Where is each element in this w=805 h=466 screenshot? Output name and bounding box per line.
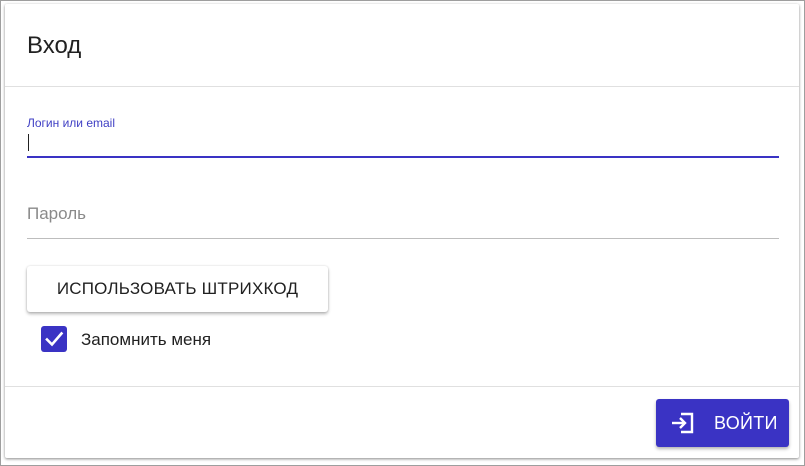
login-icon [672,412,694,434]
remember-me-label: Запомнить меня [81,330,212,349]
footer-divider [5,386,799,387]
remember-me-checkbox-row[interactable]: Запомнить меня [41,326,291,352]
dialog-header: Вход [5,4,799,87]
password-field-underline [27,238,779,239]
login-button-label: ВОЙТИ [714,413,778,433]
checkmark-icon [45,331,64,347]
login-field-underline [27,156,779,158]
login-button[interactable]: ВОЙТИ [656,399,789,447]
window-frame: Вход Логин или email Пароль ИСПОЛЬЗОВАТЬ… [0,0,805,466]
dialog-title: Вход [27,32,82,59]
password-field-placeholder: Пароль [27,204,86,223]
password-field[interactable]: Пароль [27,194,779,240]
login-dialog: Вход Логин или email Пароль ИСПОЛЬЗОВАТЬ… [5,4,799,458]
text-cursor [28,134,29,151]
login-field-label: Логин или email [27,116,116,130]
remember-me-checkbox[interactable] [41,326,67,352]
use-barcode-button[interactable]: ИСПОЛЬЗОВАТЬ ШТРИХКОД [27,266,328,312]
login-field[interactable]: Логин или email [27,112,779,162]
